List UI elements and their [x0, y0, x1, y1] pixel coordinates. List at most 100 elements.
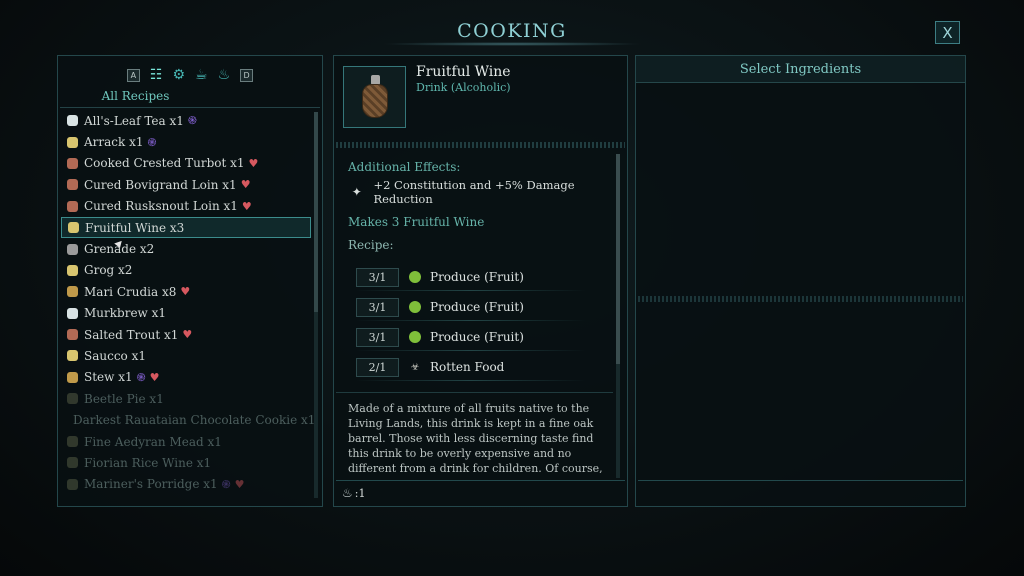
recipe-item[interactable]: All's-Leaf Tea x1 ֎ — [61, 110, 311, 131]
recipe-name: Fruitful Wine x3 — [85, 220, 185, 235]
ingredient-row[interactable]: 3/1 Produce (Fruit) — [356, 322, 586, 352]
ingredient-name: Produce (Fruit) — [430, 300, 524, 314]
recipe-item[interactable]: Fruitful Wine x3 — [61, 216, 311, 239]
recipe-name: Fine Aedyran Mead x1 — [84, 434, 222, 449]
item-description: Made of a mixture of all fruits native t… — [348, 402, 603, 473]
next-filter-key[interactable]: D — [240, 68, 254, 82]
recipe-item[interactable]: Cooked Crested Turbot x1 ♥ — [61, 153, 311, 174]
ingredient-name: Rotten Food — [430, 360, 505, 374]
recipe-name: Saucco x1 — [84, 348, 146, 363]
ingredient-count: 2/1 — [356, 357, 399, 377]
drink-icon — [67, 136, 78, 148]
rotten-food-icon: ☣ — [410, 361, 420, 373]
recipe-item[interactable]: Cured Rusksnout Loin x1 ♥ — [61, 196, 311, 217]
ingredient-count: 3/1 — [356, 327, 399, 347]
drink-icon — [68, 222, 79, 234]
recipe-label: Recipe: — [348, 238, 394, 252]
ingredient-row[interactable]: 2/1 ☣ Rotten Food — [356, 352, 586, 382]
locked-recipe-icon — [67, 457, 78, 469]
grenade-icon — [67, 243, 78, 255]
recipe-item[interactable]: Cured Bovigrand Loin x1 ♥ — [61, 174, 311, 195]
health-buff-icon: ♥ — [180, 285, 191, 299]
arcane-buff-icon: ֎ — [147, 135, 157, 149]
recipe-name: Beetle Pie x1 — [84, 391, 164, 406]
recipe-name: All's-Leaf Tea x1 — [84, 113, 184, 128]
divider — [336, 480, 625, 481]
recipe-item[interactable]: Saucco x1 — [61, 345, 311, 366]
item-name: Fruitful Wine — [416, 64, 511, 80]
recipe-item[interactable]: Arrack x1 ֎ — [61, 131, 311, 152]
prev-filter-key[interactable]: A — [126, 68, 140, 82]
recipe-item[interactable]: Beetle Pie x1 — [61, 388, 311, 409]
meat-icon — [67, 179, 78, 191]
cooking-pot-icon: ♨ — [342, 486, 353, 500]
recipe-detail-panel: Fruitful Wine Drink (Alcoholic) Addition… — [333, 55, 628, 507]
recipe-name: Cured Rusksnout Loin x1 — [84, 199, 238, 214]
health-buff-icon: ♥ — [182, 328, 193, 342]
recipe-item[interactable]: Darkest Rauataian Chocolate Cookie x1 — [61, 409, 315, 430]
ingredient-name: Produce (Fruit) — [430, 270, 524, 284]
scrollbar-thumb[interactable] — [314, 112, 318, 312]
ingredient-list: 3/1 Produce (Fruit) 3/1 Produce (Fruit) … — [356, 262, 586, 382]
cloche-icon[interactable]: ♨ — [218, 68, 231, 82]
meat-icon[interactable]: ⚙ — [172, 68, 185, 82]
arcane-buff-icon: ֎ — [221, 477, 231, 491]
health-buff-icon: ♥ — [241, 199, 252, 213]
tea-cup-icon — [67, 307, 78, 319]
meat-icon — [67, 200, 78, 212]
title-underline — [380, 42, 644, 46]
effect-text: +2 Constitution and +5% Damage Reduction — [373, 178, 575, 206]
divider — [336, 142, 625, 148]
recipe-name: Stew x1 — [84, 370, 133, 385]
ingredient-row[interactable]: 3/1 Produce (Fruit) — [356, 262, 586, 292]
meat-icon — [67, 157, 78, 169]
recipe-name: Mariner's Porridge x1 — [84, 477, 218, 492]
recipe-item[interactable]: Mari Crudia x8 ♥ — [61, 281, 311, 302]
apple-icon — [409, 271, 421, 283]
recipe-list-scrollbar[interactable] — [314, 112, 318, 498]
recipe-item[interactable]: Fiorian Rice Wine x1 — [61, 452, 311, 473]
recipe-item[interactable]: Murkbrew x1 — [61, 303, 311, 324]
locked-recipe-icon — [67, 478, 78, 490]
recipe-item[interactable]: Salted Trout x1 ♥ — [61, 324, 311, 345]
recipe-list: All's-Leaf Tea x1 ֎ Arrack x1 ֎ Cooked Crest… — [61, 110, 315, 495]
ingredient-count: 3/1 — [356, 267, 399, 287]
recipe-name: Grog x2 — [84, 263, 133, 278]
apple-icon — [409, 331, 421, 343]
wine-jug-icon — [360, 75, 390, 119]
bowl-icon — [67, 286, 78, 298]
recipe-item[interactable]: Mariner's Porridge x1 ֎ ♥ — [61, 474, 311, 495]
filter-category-label: All Recipes — [101, 89, 170, 103]
divider — [638, 296, 963, 302]
window-title: COOKING — [457, 20, 567, 42]
bowl-icon — [67, 371, 78, 383]
recipe-item[interactable]: Stew x1 ֎ ♥ — [61, 367, 311, 388]
drink-icon — [67, 264, 78, 276]
recipe-book-icon[interactable]: ☷ — [150, 68, 163, 82]
mug-icon[interactable]: ☕ — [195, 68, 208, 82]
divider — [638, 480, 963, 481]
divider — [60, 107, 320, 108]
drink-icon — [67, 350, 78, 362]
close-button[interactable]: X — [935, 21, 960, 44]
cook-quantity-value: :1 — [354, 486, 366, 500]
locked-recipe-icon — [67, 436, 78, 448]
recipe-item[interactable]: Fine Aedyran Mead x1 — [61, 431, 311, 452]
recipe-item[interactable]: Grog x2 — [61, 260, 311, 281]
ingredient-name: Produce (Fruit) — [430, 330, 524, 344]
ingredient-count: 3/1 — [356, 297, 399, 317]
ingredient-row[interactable]: 3/1 Produce (Fruit) — [356, 292, 586, 322]
recipe-name: Arrack x1 — [84, 135, 144, 150]
recipe-item[interactable]: Grenade x2 — [61, 238, 311, 259]
arcane-buff-icon: ֎ — [187, 114, 197, 128]
locked-recipe-icon — [67, 393, 78, 405]
health-buff-icon: ♥ — [234, 477, 245, 491]
recipe-name: Cooked Crested Turbot x1 — [84, 156, 245, 171]
recipe-name: Fiorian Rice Wine x1 — [84, 455, 212, 470]
item-type: Drink (Alcoholic) — [416, 81, 511, 94]
recipe-name: Murkbrew x1 — [84, 306, 167, 321]
recipe-filter-bar: A ☷ ⚙ ☕ ♨ D — [58, 66, 322, 84]
recipe-name: Darkest Rauataian Chocolate Cookie x1 — [73, 413, 316, 428]
meat-icon — [67, 329, 78, 341]
recipe-name: Salted Trout x1 — [84, 327, 179, 342]
